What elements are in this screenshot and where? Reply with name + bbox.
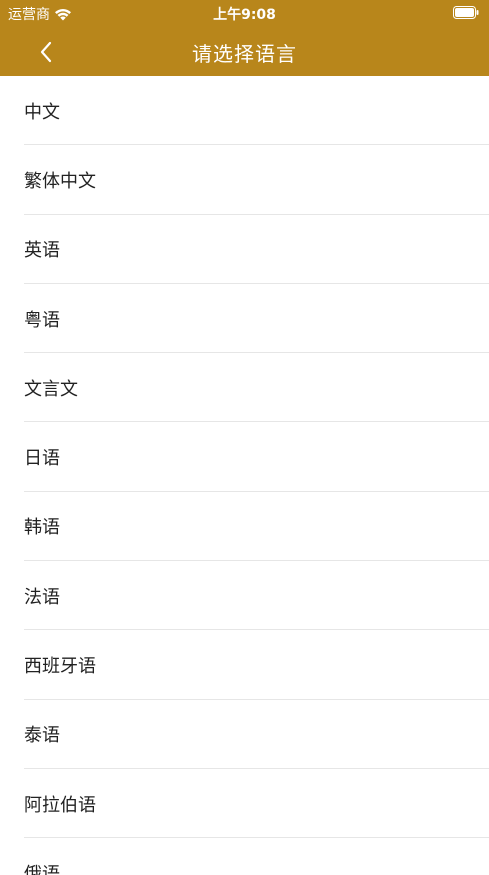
language-item[interactable]: 韩语: [0, 492, 489, 562]
language-item[interactable]: 西班牙语: [0, 630, 489, 700]
status-time: 上午9:08: [213, 7, 276, 23]
navigation-bar: 请选择语言: [0, 26, 489, 76]
language-item[interactable]: 中文: [0, 76, 489, 146]
language-item[interactable]: 繁体中文: [0, 145, 489, 215]
language-item[interactable]: 阿拉伯语: [0, 769, 489, 839]
language-item-label: 文言文: [24, 378, 78, 400]
language-item-label: 阿拉伯语: [24, 794, 96, 816]
language-item-label: 中文: [24, 101, 60, 123]
language-item-label: 俄语: [24, 863, 60, 875]
page-title: 请选择语言: [192, 42, 297, 66]
language-item-label: 韩语: [24, 517, 60, 539]
language-item[interactable]: 俄语: [0, 838, 489, 875]
language-item-label: 英语: [24, 240, 60, 262]
language-item[interactable]: 泰语: [0, 700, 489, 770]
language-item-label: 法语: [24, 586, 60, 608]
language-item-label: 粤语: [24, 309, 60, 331]
language-item-label: 日语: [24, 448, 60, 470]
language-item[interactable]: 文言文: [0, 353, 489, 423]
language-item[interactable]: 粤语: [0, 284, 489, 354]
status-bar: 运营商 上午9:08: [0, 0, 489, 26]
battery-icon: [453, 6, 479, 19]
language-item[interactable]: 法语: [0, 561, 489, 631]
language-item[interactable]: 日语: [0, 422, 489, 493]
header: 运营商 上午9:08 请选择语言: [0, 0, 489, 76]
language-item-label: 繁体中文: [24, 170, 96, 192]
screen: 运营商 上午9:08 请选择语言 中文 繁体中文 英语 粤语 文言文 日语 韩语…: [0, 0, 489, 875]
language-item[interactable]: 英语: [0, 215, 489, 285]
language-item-label: 西班牙语: [24, 656, 96, 678]
language-list: 中文繁体中文英语粤语文言文日语韩语法语西班牙语泰语阿拉伯语俄语: [0, 76, 489, 875]
language-item-label: 泰语: [24, 725, 60, 747]
